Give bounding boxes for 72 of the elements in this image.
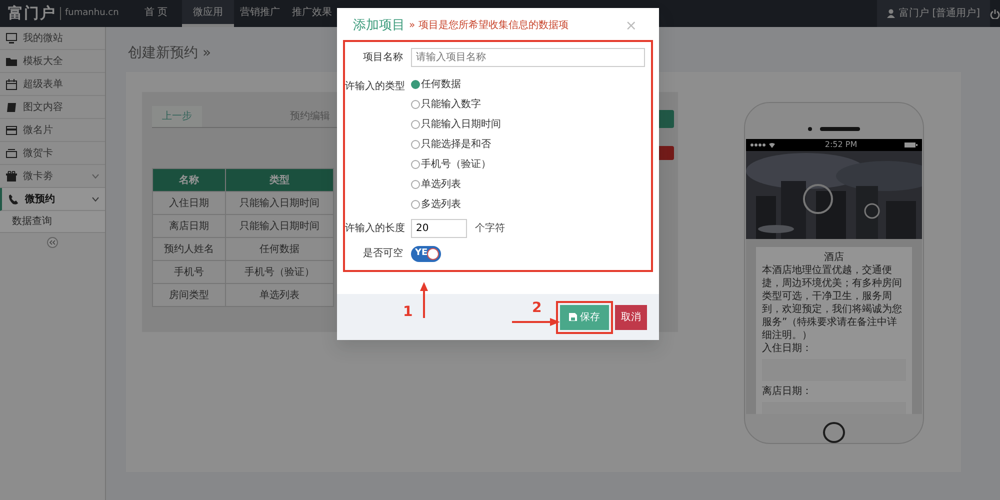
table-cell: 手机号（验证） xyxy=(226,260,334,284)
nav-tab[interactable]: 微应用 xyxy=(182,0,234,27)
toggle-switch[interactable]: YE xyxy=(411,246,441,262)
table-cell: 只能输入日期时间 xyxy=(226,192,334,214)
table-cell: 只能输入日期时间 xyxy=(226,214,334,238)
status-time: 2:52 PM xyxy=(824,139,858,151)
field-label: 项目名称 xyxy=(362,50,403,64)
radio-option[interactable]: 多选列表 xyxy=(411,194,501,214)
table-cell: 手机号 xyxy=(152,260,226,284)
field-label: 是否可空 xyxy=(362,246,403,261)
sidebar-item[interactable]: 微名片 xyxy=(0,119,105,142)
sidebar-item[interactable]: 模板大全 xyxy=(0,50,105,73)
home-button[interactable] xyxy=(823,422,845,443)
hotel-description: 本酒店地理位置优越，交通便捷，周边环境优美；有多种房间类型可选，干净卫生，服务周到，欢迎预定，我们将竭诚为您服务”（特殊要求请在备注中详细注明。） xyxy=(762,264,903,342)
radio-option[interactable]: 只能选择是和否 xyxy=(411,134,501,154)
card-icon xyxy=(6,124,17,136)
logo: 富门户 xyxy=(8,3,56,24)
field-label: 入住日期： xyxy=(762,342,813,355)
table-cell: 预约人姓名 xyxy=(152,238,226,260)
radio-option[interactable]: 只能输入数字 xyxy=(411,94,501,114)
column-header: 类型 xyxy=(226,168,334,192)
collapse-icon xyxy=(47,237,58,248)
sidebar-item[interactable]: 微贺卡 xyxy=(0,142,105,165)
save-button[interactable]: 保存 xyxy=(560,304,609,330)
table-cell: 房间类型 xyxy=(152,284,226,306)
sidebar-item[interactable]: 超级表单 xyxy=(0,73,105,96)
length-field[interactable]: 20 xyxy=(411,218,467,238)
sidebar-subitem[interactable]: 数据查询 xyxy=(0,211,105,233)
unit-label: 个字符 xyxy=(475,222,505,236)
dialog-subtitle: » 项目是您所希望收集信息的数据项 xyxy=(409,18,568,34)
sidebar-item[interactable]: 我的微站 xyxy=(0,27,105,50)
calendar-icon xyxy=(6,78,17,90)
camera-icon xyxy=(808,127,812,131)
chevron-icon xyxy=(92,196,99,202)
chevron-icon xyxy=(92,174,99,178)
monitor-icon xyxy=(6,32,17,44)
table-cell: 入住日期 xyxy=(152,192,226,214)
hotel-title: 酒店 xyxy=(823,251,845,264)
name-field[interactable]: 请输入项目名称 xyxy=(411,48,645,66)
field-label: 许输入的类型 xyxy=(345,80,403,94)
annotation-number: 2 xyxy=(532,299,542,318)
field-label: 离店日期： xyxy=(762,385,813,398)
table-cell: 任何数据 xyxy=(226,238,334,260)
gift-icon xyxy=(6,170,17,182)
radio-option[interactable]: 任何数据 xyxy=(411,74,501,94)
logo-domain: fumanhu.cn xyxy=(60,6,119,20)
arrow-icon xyxy=(420,282,428,318)
nav-tab[interactable]: 营销推广 xyxy=(234,0,286,27)
field-label: 许输入的长度 xyxy=(345,222,403,236)
user-icon xyxy=(887,9,896,18)
radio-option[interactable]: 手机号（验证） xyxy=(411,154,501,174)
radio-option[interactable]: 单选列表 xyxy=(411,174,501,194)
radio-option[interactable]: 只能输入日期时间 xyxy=(411,114,501,134)
folder-icon xyxy=(6,56,17,66)
signal-icon xyxy=(750,142,778,148)
power-icon xyxy=(990,8,1000,18)
sidebar-item[interactable]: 图文内容 xyxy=(0,96,105,119)
annotation-number: 1 xyxy=(403,303,413,322)
phone-icon xyxy=(8,194,19,204)
battery-icon xyxy=(904,142,918,148)
column-header: 名称 xyxy=(152,168,226,192)
speaker xyxy=(820,127,860,131)
page-title: 创建新预约 » xyxy=(128,44,212,63)
table-cell: 离店日期 xyxy=(152,214,226,238)
table-cell: 单选列表 xyxy=(226,284,334,306)
card-icon xyxy=(6,148,17,158)
sidebar-item[interactable]: 微预约 xyxy=(0,188,105,211)
book-icon xyxy=(6,102,17,112)
dialog-title: 添加项目 xyxy=(353,17,405,35)
save-icon xyxy=(569,313,577,321)
nav-tab[interactable]: 首 页 xyxy=(130,0,182,27)
cancel-button[interactable]: 取消 xyxy=(615,304,647,330)
